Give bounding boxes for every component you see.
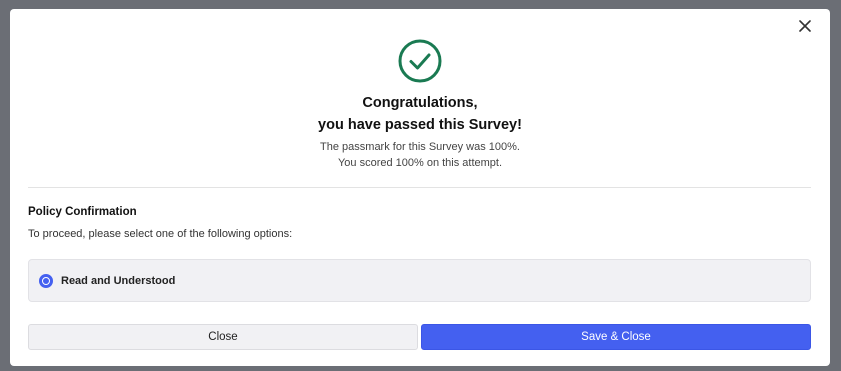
policy-heading: Policy Confirmation xyxy=(28,206,137,218)
option-label: Read and Understood xyxy=(61,274,176,287)
result-title-line2: you have passed this Survey! xyxy=(318,117,522,133)
passmark-text: The passmark for this Survey was 100%. xyxy=(320,141,520,153)
close-icon[interactable] xyxy=(794,15,816,37)
result-title-line1: Congratulations, xyxy=(362,95,478,111)
close-button[interactable]: Close xyxy=(28,324,418,350)
option-read-and-understood[interactable]: Read and Understood xyxy=(28,259,811,302)
check-circle-icon xyxy=(398,39,442,83)
save-and-close-button[interactable]: Save & Close xyxy=(421,324,811,350)
survey-result-dialog: Congratulations, you have passed this Su… xyxy=(10,9,830,366)
policy-instruction: To proceed, please select one of the fol… xyxy=(28,228,293,240)
score-text: You scored 100% on this attempt. xyxy=(337,157,503,169)
radio-selected-icon[interactable] xyxy=(39,273,53,288)
section-divider xyxy=(28,187,811,188)
